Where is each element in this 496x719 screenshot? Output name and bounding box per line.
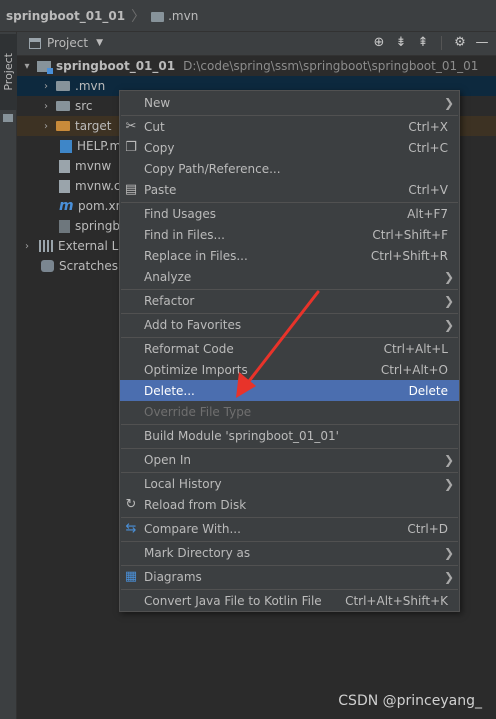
chevron-right-icon[interactable]: › xyxy=(40,81,52,92)
menu-item-cut[interactable]: ✂ Cut Ctrl+X xyxy=(120,116,459,137)
window-icon xyxy=(29,37,41,49)
menu-item-build-module[interactable]: Build Module 'springboot_01_01' xyxy=(120,425,459,446)
tree-item-label: target xyxy=(75,119,112,133)
breadcrumb-folder[interactable]: .mvn xyxy=(168,9,198,23)
menu-item-mark-directory-as[interactable]: Mark Directory as ❯ xyxy=(120,542,459,563)
menu-item-new[interactable]: New ❯ xyxy=(120,92,459,113)
tree-item-label: pom.xn xyxy=(78,199,124,213)
menu-item-replace-in-files[interactable]: Replace in Files... Ctrl+Shift+R xyxy=(120,245,459,266)
menu-item-compare-with[interactable]: ⇆ Compare With... Ctrl+D xyxy=(120,518,459,539)
scratches-icon xyxy=(41,260,54,272)
folder-icon xyxy=(3,114,13,122)
menu-item-paste[interactable]: ▤ Paste Ctrl+V xyxy=(120,179,459,200)
submenu-arrow-icon: ❯ xyxy=(443,452,454,467)
maven-icon: m xyxy=(59,198,74,214)
menu-item-delete[interactable]: Delete... Delete xyxy=(120,380,459,401)
folder-icon xyxy=(56,101,70,111)
menu-item-copy[interactable]: ❐ Copy Ctrl+C xyxy=(120,137,459,158)
menu-item-convert-to-kotlin[interactable]: Convert Java File to Kotlin File Ctrl+Al… xyxy=(120,590,459,611)
tree-item-label: springb xyxy=(75,219,120,233)
expand-all-icon[interactable]: ⇟ xyxy=(393,35,409,50)
menu-item-optimize-imports[interactable]: Optimize Imports Ctrl+Alt+O xyxy=(120,359,459,380)
submenu-arrow-icon: ❯ xyxy=(443,293,454,308)
submenu-arrow-icon: ❯ xyxy=(443,269,454,284)
menu-item-open-in[interactable]: Open In ❯ xyxy=(120,449,459,470)
menu-item-refactor[interactable]: Refactor ❯ xyxy=(120,290,459,311)
tree-item-label: Scratches xyxy=(59,259,119,273)
hide-icon[interactable]: — xyxy=(474,35,490,50)
tree-item-label: src xyxy=(75,99,93,113)
file-icon xyxy=(59,159,70,173)
project-tool-tab-label: Project xyxy=(2,53,15,91)
menu-item-analyze[interactable]: Analyze ❯ xyxy=(120,266,459,287)
submenu-arrow-icon: ❯ xyxy=(443,545,454,560)
scissors-icon: ✂ xyxy=(125,119,137,134)
menu-item-local-history[interactable]: Local History ❯ xyxy=(120,473,459,494)
excluded-folder-icon xyxy=(56,121,70,131)
folder-icon xyxy=(151,11,165,22)
folder-icon xyxy=(56,81,70,91)
menu-item-reformat-code[interactable]: Reformat Code Ctrl+Alt+L xyxy=(120,338,459,359)
file-icon xyxy=(59,179,70,193)
collapse-all-icon[interactable]: ⇞ xyxy=(415,35,431,50)
submenu-arrow-icon: ❯ xyxy=(443,569,454,584)
settings-icon[interactable]: ⚙ xyxy=(452,35,468,50)
tree-item-label: mvnw.c xyxy=(75,179,121,193)
menu-item-diagrams[interactable]: ▦ Diagrams ❯ xyxy=(120,566,459,587)
menu-item-add-to-favorites[interactable]: Add to Favorites ❯ xyxy=(120,314,459,335)
chevron-right-icon[interactable]: › xyxy=(40,101,52,112)
breadcrumb-project[interactable]: springboot_01_01 xyxy=(6,9,125,23)
breadcrumb: springboot_01_01 〉 .mvn xyxy=(0,0,496,32)
compare-icon: ⇆ xyxy=(125,521,137,536)
module-icon xyxy=(37,60,53,74)
library-icon xyxy=(39,240,53,252)
menu-item-copy-path[interactable]: Copy Path/Reference... xyxy=(120,158,459,179)
chevron-down-icon: ▼ xyxy=(96,38,103,48)
tree-item-label: External Li xyxy=(58,239,122,253)
diagram-icon: ▦ xyxy=(124,569,138,584)
project-panel-header: Project ▼ ⊕ ⇟ ⇞ ⚙ — xyxy=(17,32,496,56)
menu-item-find-in-files[interactable]: Find in Files... Ctrl+Shift+F xyxy=(120,224,459,245)
tree-root-label: springboot_01_01 xyxy=(56,59,176,73)
reload-icon: ↻ xyxy=(125,497,137,512)
menu-item-find-usages[interactable]: Find Usages Alt+F7 xyxy=(120,203,459,224)
tool-window-stripe: Project xyxy=(0,32,17,719)
submenu-arrow-icon: ❯ xyxy=(443,317,454,332)
locate-icon[interactable]: ⊕ xyxy=(371,35,387,50)
tree-item-label: .mvn xyxy=(75,79,106,93)
menu-item-reload-from-disk[interactable]: ↻ Reload from Disk xyxy=(120,494,459,515)
tree-item-label: HELP.m xyxy=(77,139,122,153)
chevron-right-icon[interactable]: › xyxy=(21,241,33,252)
context-menu: New ❯ ✂ Cut Ctrl+X ❐ Copy Ctrl+C Copy Pa… xyxy=(119,90,460,612)
chevron-down-icon[interactable]: ▾ xyxy=(21,61,33,72)
submenu-arrow-icon: ❯ xyxy=(443,95,454,110)
project-tool-tab[interactable]: Project xyxy=(0,34,17,110)
chevron-right-icon[interactable]: › xyxy=(40,121,52,132)
menu-item-override-file-type: Override File Type xyxy=(144,404,252,419)
panel-title: Project xyxy=(47,36,89,50)
submenu-arrow-icon: ❯ xyxy=(443,476,454,491)
tree-root[interactable]: ▾ springboot_01_01 D:\code\spring\ssm\sp… xyxy=(17,56,496,76)
tree-root-path: D:\code\spring\ssm\springboot\springboot… xyxy=(183,59,479,73)
copy-icon: ❐ xyxy=(125,140,137,155)
paste-icon: ▤ xyxy=(124,182,138,197)
markdown-file-icon xyxy=(60,139,72,153)
project-view-selector[interactable]: Project ▼ xyxy=(29,36,103,50)
watermark: CSDN @princeyang_ xyxy=(338,693,482,709)
chevron-right-icon: 〉 xyxy=(131,8,146,25)
module-file-icon xyxy=(59,219,70,233)
divider xyxy=(441,35,442,50)
tree-item-label: mvnw xyxy=(75,159,112,173)
